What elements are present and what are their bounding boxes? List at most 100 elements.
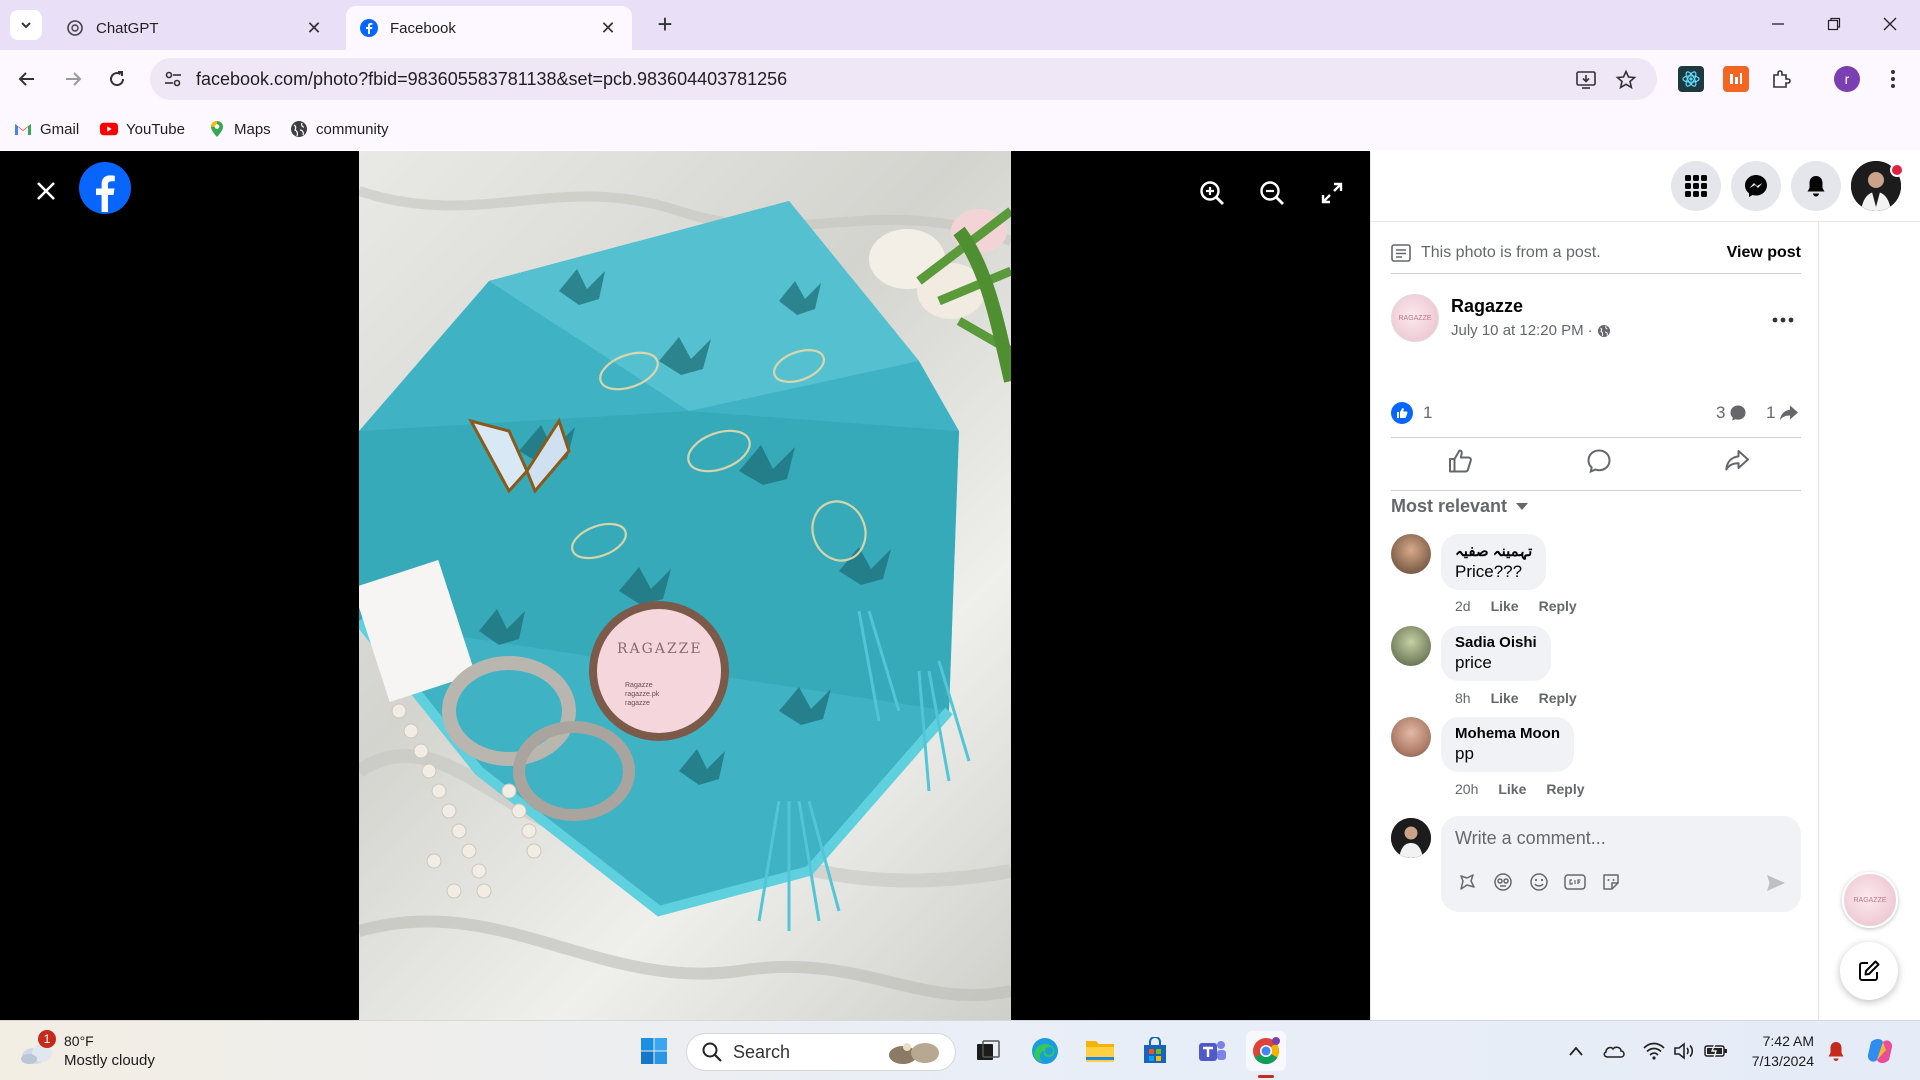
my-avatar[interactable] [1391,818,1431,858]
file-explorer-app[interactable] [1080,1031,1120,1071]
comments-count[interactable]: 3 [1716,403,1747,423]
zoom-out-button[interactable] [1252,173,1292,213]
compose-icon [1859,960,1880,981]
comment-button[interactable] [1579,443,1619,479]
comment-sort-dropdown[interactable]: Most relevant [1391,496,1529,517]
reload-icon [110,71,125,87]
profile-avatar[interactable]: r [1834,66,1860,92]
comment-like-link[interactable]: Like [1491,690,1519,706]
share-button[interactable] [1717,443,1757,479]
bookmark-maps[interactable]: Maps [208,117,271,141]
commenter-name[interactable]: Mohema Moon [1455,725,1560,742]
start-button[interactable] [634,1031,674,1071]
emoji-icon[interactable] [1527,870,1551,894]
maps-icon [208,120,226,138]
comment-reply-link[interactable]: Reply [1539,598,1577,614]
address-bar[interactable]: facebook.com/photo?fbid=983605583781138&… [150,58,1657,100]
close-window-button[interactable] [1862,0,1918,48]
bookmark-label: Gmail [40,120,80,138]
comment-reply-link[interactable]: Reply [1546,781,1584,797]
volume-tray[interactable] [1672,1039,1696,1063]
teams-app[interactable] [1192,1031,1232,1071]
post-photo[interactable]: RAGAZZE Ragazze ragazze.pk ragazze [359,151,1011,1020]
tab-chatgpt[interactable]: ChatGPT ✕ [52,6,338,50]
bookmark-youtube[interactable]: YouTube [100,117,185,141]
comment-input[interactable]: Write a comment... [1441,816,1801,912]
sticker-icon[interactable] [1599,870,1623,894]
onedrive-tray[interactable] [1602,1039,1626,1063]
view-post-link[interactable]: View post [1727,244,1801,262]
new-message-button[interactable] [1840,942,1898,1000]
coaster-line: Ragazze [625,682,653,689]
commenter-avatar[interactable] [1391,626,1431,666]
tab-search-button[interactable] [10,10,42,40]
more-menu-icon[interactable] [1880,66,1906,92]
like-reaction-icon[interactable] [1391,402,1413,424]
author-name[interactable]: Ragazze [1451,296,1523,317]
tab-facebook[interactable]: Facebook ✕ [346,6,632,50]
commenter-name[interactable]: Sadia Oishi [1455,634,1537,651]
show-hidden-icons[interactable] [1564,1039,1588,1063]
comment-footer: 2d Like Reply [1455,598,1577,614]
menu-button[interactable] [1671,161,1721,211]
chrome-app[interactable] [1246,1031,1286,1078]
post-options-button[interactable] [1765,302,1801,338]
close-tab-icon[interactable]: ✕ [598,18,618,39]
commenter-name[interactable]: تہمینہ صفیہ [1455,542,1532,560]
comment-like-link[interactable]: Like [1491,598,1519,614]
reload-button[interactable] [100,62,134,96]
extensions-puzzle-icon[interactable] [1768,66,1794,92]
battery-tray[interactable] [1704,1039,1728,1063]
star-bookmark-icon[interactable] [1614,68,1638,92]
avatar-sticker-icon[interactable] [1455,870,1479,894]
close-viewer-button[interactable] [26,171,66,211]
orange-extension-icon[interactable] [1723,66,1749,92]
fullscreen-button[interactable] [1312,173,1352,213]
weather-widget[interactable]: 1 80°F Mostly cloudy [20,1029,155,1073]
bookmark-community[interactable]: community [290,117,389,141]
wifi-tray[interactable] [1642,1039,1666,1063]
likes-count[interactable]: 1 [1423,403,1432,423]
facebook-logo[interactable] [79,162,131,214]
install-app-icon[interactable] [1574,68,1598,92]
notification-center[interactable] [1824,1039,1848,1063]
weather-condition: Mostly cloudy [64,1052,155,1069]
post-time[interactable]: July 10 at 12:20 PM [1451,322,1584,339]
react-devtools-extension-icon[interactable] [1678,66,1704,92]
restore-button[interactable] [1806,0,1862,48]
site-info-icon[interactable] [162,68,184,90]
task-view-button[interactable] [968,1031,1008,1071]
minimize-button[interactable] [1750,0,1806,48]
taskbar-clock[interactable]: 7:42 AM 7/13/2024 [1726,1031,1814,1071]
shares-count[interactable]: 1 [1766,403,1799,423]
forward-button[interactable] [56,62,90,96]
folder-icon [1086,1041,1114,1062]
send-icon[interactable] [1765,872,1787,894]
copilot-tray[interactable] [1864,1035,1896,1067]
comment-like-link[interactable]: Like [1498,781,1526,797]
onedrive-cloud-icon [1603,1046,1625,1058]
commenter-avatar[interactable] [1391,717,1431,757]
notifications-button[interactable] [1791,161,1841,211]
comment-reply-link[interactable]: Reply [1539,690,1577,706]
microsoft-store-app[interactable] [1135,1031,1175,1071]
gif-icon[interactable] [1563,870,1587,894]
close-tab-icon[interactable]: ✕ [304,18,324,39]
author-avatar[interactable]: RAGAZZE [1391,294,1439,342]
stats-divider [1391,437,1801,438]
mask-icon[interactable] [1491,870,1515,894]
zoom-in-button[interactable] [1192,173,1232,213]
edge-app[interactable] [1025,1031,1065,1071]
messenger-button[interactable] [1731,161,1781,211]
taskbar-search[interactable]: Search [686,1033,956,1071]
contact-chat-bubble[interactable]: RAGAZZE [1842,872,1898,928]
url-text[interactable]: facebook.com/photo?fbid=983605583781138&… [196,69,787,90]
comment-time[interactable]: 2d [1455,598,1471,614]
like-button[interactable] [1441,443,1481,479]
comment-time[interactable]: 8h [1455,690,1471,706]
new-tab-button[interactable]: + [650,10,680,40]
bookmark-gmail[interactable]: Gmail [14,117,79,141]
back-button[interactable] [10,62,44,96]
comment-time[interactable]: 20h [1455,781,1478,797]
commenter-avatar[interactable] [1391,534,1431,574]
